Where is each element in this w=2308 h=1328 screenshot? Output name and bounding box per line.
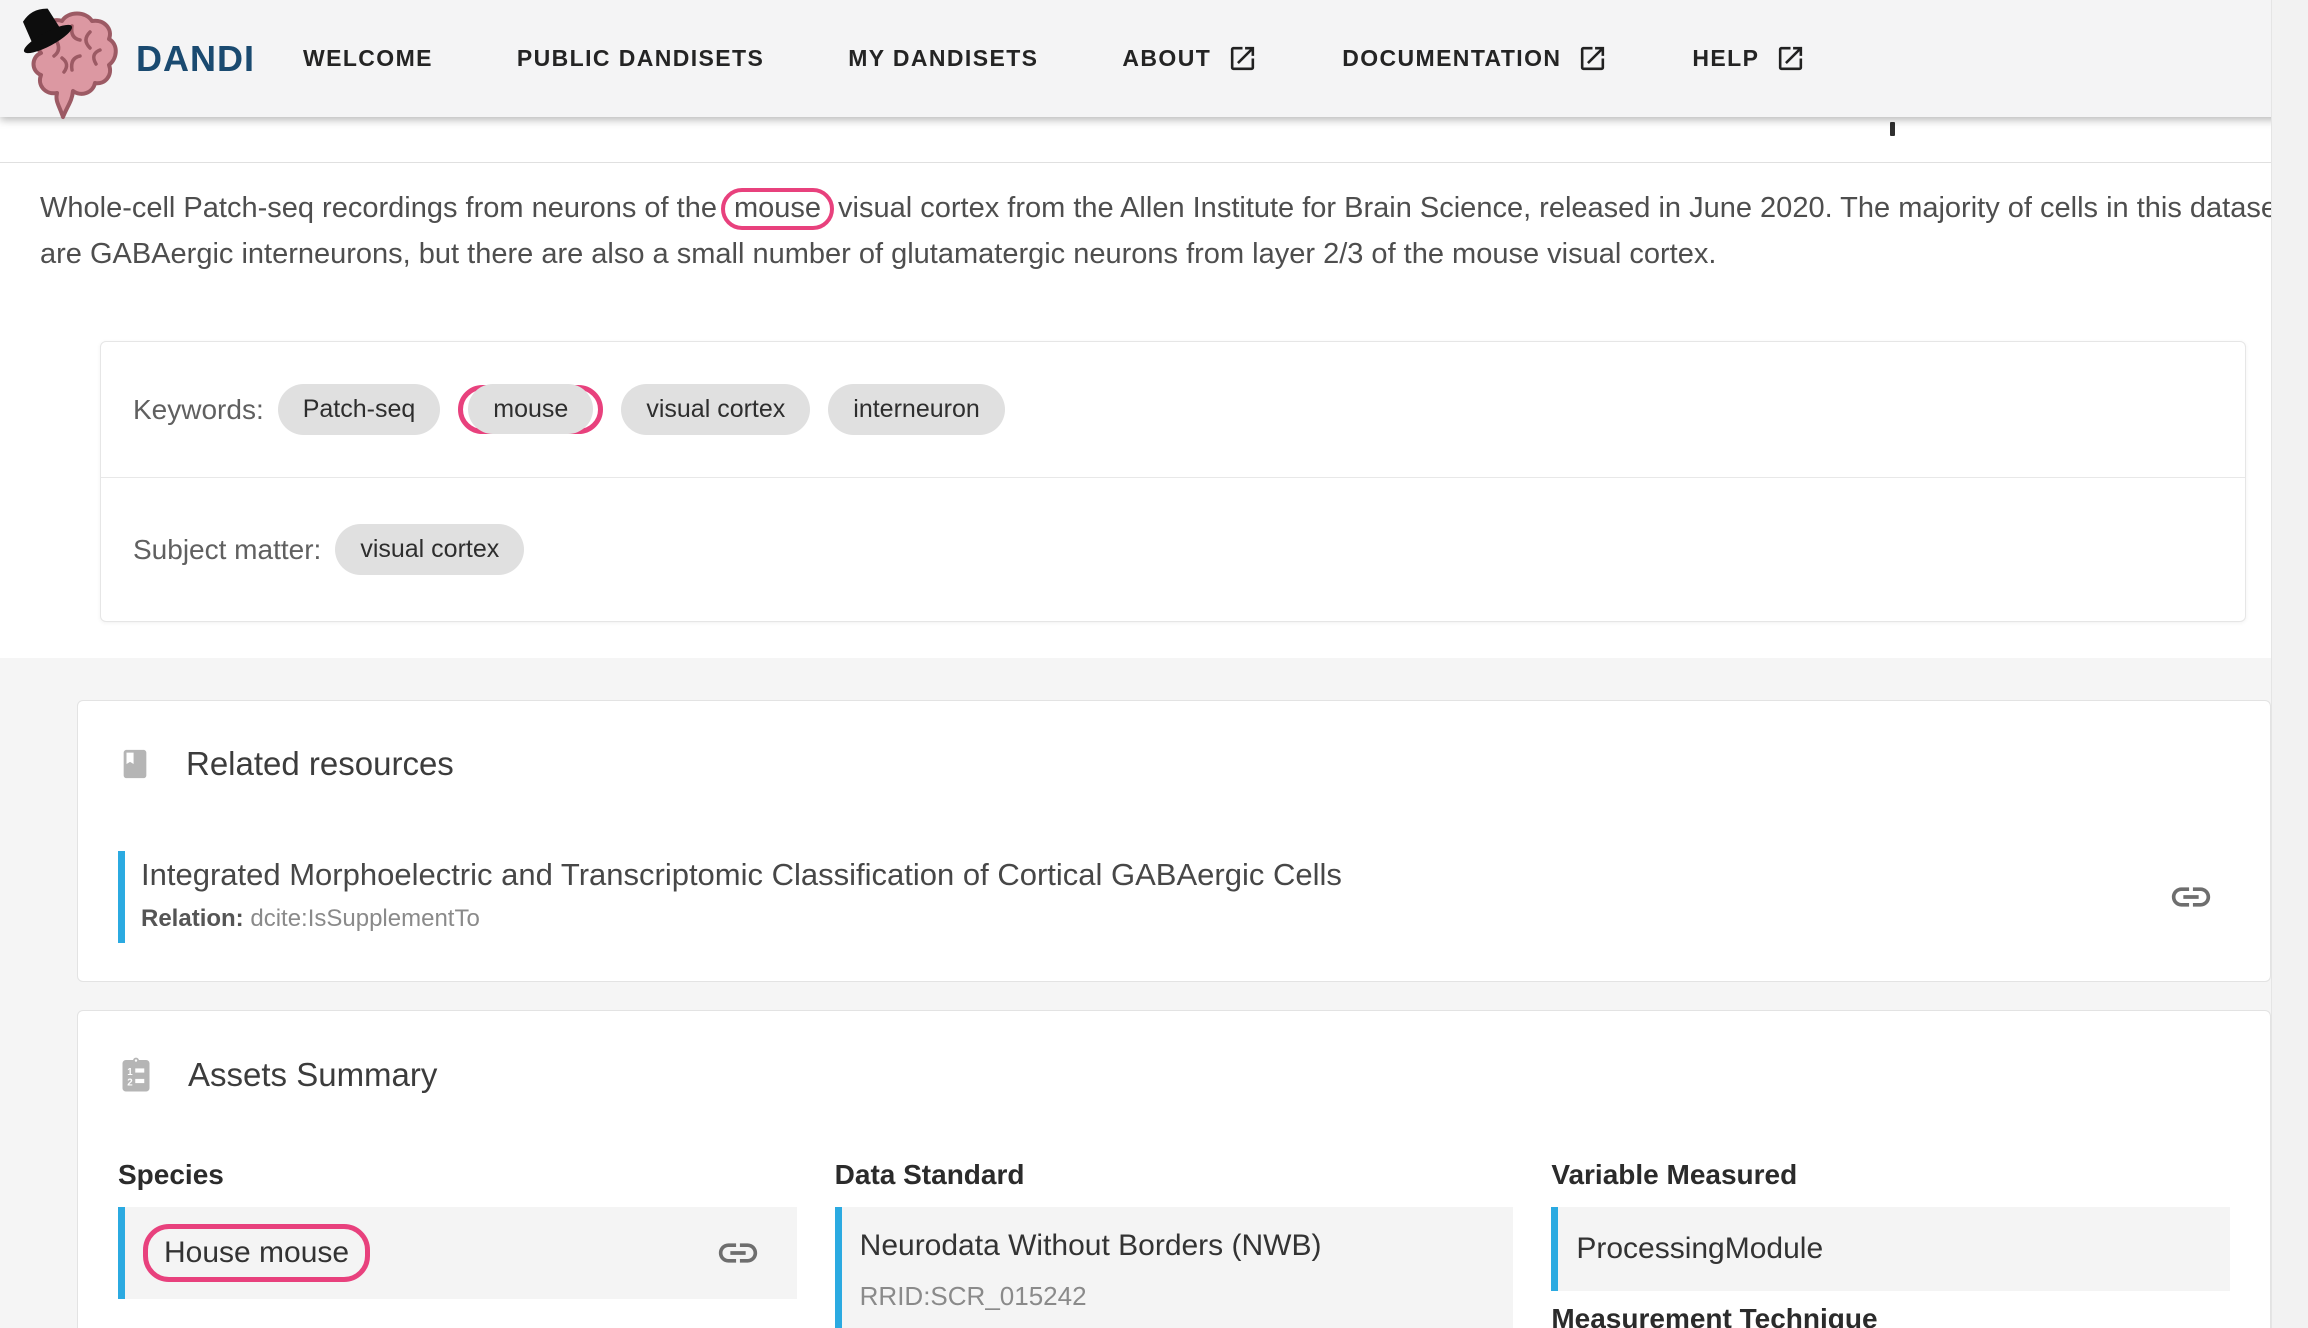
clipped-text-fragment [1890, 122, 1895, 136]
highlight-ring: House mouse [143, 1224, 371, 1282]
external-link-icon [1227, 43, 1258, 74]
variable-measured-item: ProcessingModule [1551, 1207, 2230, 1291]
vertical-scrollbar[interactable] [2271, 0, 2308, 1328]
rrid-value: RRID:SCR_015242 [859, 1281, 1087, 1311]
resource-row: Integrated Morphoelectric and Transcript… [118, 851, 2230, 943]
species-column: Species House mouse [118, 1159, 797, 1328]
external-link-icon [1775, 43, 1806, 74]
book-icon [118, 743, 152, 785]
keywords-label: Keywords: [133, 393, 264, 425]
keyword-chip: interneuron [828, 384, 1005, 435]
assets-summary-header: 1 2 Assets Summary [118, 1053, 2230, 1097]
related-resources-card: Related resources Integrated Morphoelect… [77, 700, 2271, 982]
keywords-row: Keywords: Patch-seq mouse visual cortex … [101, 342, 2245, 477]
page-header-band [0, 117, 2308, 163]
species-value: House mouse [164, 1236, 350, 1269]
nav-item-label: HELP [1692, 45, 1760, 71]
column-header: Species [118, 1159, 224, 1190]
nav-item-help[interactable]: HELP [1692, 43, 1806, 74]
dandiset-description: Whole-cell Patch-seq recordings from neu… [40, 185, 2286, 277]
relation-value: dcite:IsSupplementTo [250, 905, 480, 932]
external-link-icon [1577, 43, 1608, 74]
highlight-ring: mouse [458, 384, 604, 434]
top-nav: DANDI WELCOME PUBLIC DANDISETS MY DANDIS… [0, 0, 2308, 119]
subject-matter-row: Subject matter: visual cortex [101, 477, 2245, 621]
main-content-area: Related resources Integrated Morphoelect… [0, 658, 2308, 1328]
dandiset-meta-section: Whole-cell Patch-seq recordings from neu… [0, 163, 2308, 658]
resource-relation: Relation: dcite:IsSupplementTo [141, 905, 1342, 933]
data-standard-column: Data Standard Neurodata Without Borders … [834, 1159, 1514, 1328]
keyword-chips: Patch-seq mouse visual cortex interneuro… [277, 384, 1005, 435]
nav-item-my-dandisets[interactable]: MY DANDISETS [848, 45, 1038, 72]
data-standard-item: Neurodata Without Borders (NWB) RRID:SCR… [834, 1207, 1514, 1328]
link-icon [2168, 874, 2214, 920]
nav-item-label: PUBLIC DANDISETS [516, 45, 765, 71]
keyword-chip: mouse [468, 384, 594, 434]
section-title: Assets Summary [188, 1056, 438, 1093]
column-header-measurement-technique: Measurement Technique [1551, 1303, 1878, 1328]
link-icon [715, 1230, 761, 1276]
subject-matter-chips: visual cortex [335, 524, 525, 575]
species-link-button[interactable] [715, 1230, 761, 1276]
variable-measured-value: ProcessingModule [1576, 1232, 1824, 1265]
resource-info: Integrated Morphoelectric and Transcript… [118, 851, 1342, 943]
dandi-brain-logo [22, 8, 118, 119]
section-title: Related resources [186, 745, 454, 782]
brand-title[interactable]: DANDI [136, 38, 255, 80]
relation-label: Relation: [141, 905, 244, 932]
nav-item-label: MY DANDISETS [848, 45, 1039, 71]
keyword-chip: Patch-seq [277, 384, 441, 435]
description-text: Whole-cell Patch-seq recordings from neu… [40, 192, 717, 224]
svg-text:2: 2 [127, 1078, 133, 1089]
nav-item-documentation[interactable]: DOCUMENTATION [1342, 43, 1608, 74]
column-header: Variable Measured [1551, 1159, 1798, 1190]
nav-menu: WELCOME PUBLIC DANDISETS MY DANDISETS AB… [303, 43, 1806, 74]
related-resources-header: Related resources [118, 743, 2230, 785]
assets-columns: Species House mouse Data Standard Neurod… [118, 1159, 2230, 1328]
subject-matter-chip: visual cortex [335, 524, 525, 575]
variable-measured-column: Variable Measured ProcessingModule Measu… [1551, 1159, 2230, 1328]
data-standard-value: Neurodata Without Borders (NWB) [859, 1229, 1322, 1262]
svg-text:1: 1 [127, 1067, 133, 1078]
nav-item-public-dandisets[interactable]: PUBLIC DANDISETS [517, 45, 764, 72]
nav-item-about[interactable]: ABOUT [1122, 43, 1258, 74]
nav-item-label: ABOUT [1122, 45, 1212, 71]
highlight-ring: mouse [720, 188, 835, 230]
nav-item-label: DOCUMENTATION [1342, 45, 1562, 71]
species-item: House mouse [118, 1207, 797, 1299]
assets-summary-card: 1 2 Assets Summary Species House mouse D… [77, 1010, 2271, 1328]
resource-title: Integrated Morphoelectric and Transcript… [141, 857, 1342, 892]
keyword-chip: visual cortex [621, 384, 811, 435]
nav-item-label: WELCOME [303, 45, 433, 71]
nav-item-welcome[interactable]: WELCOME [303, 45, 433, 72]
clipboard-list-icon: 1 2 [118, 1053, 154, 1097]
subject-matter-label: Subject matter: [133, 533, 322, 565]
resource-link-button[interactable] [2168, 874, 2214, 920]
keywords-card: Keywords: Patch-seq mouse visual cortex … [100, 341, 2246, 622]
column-header: Data Standard [834, 1159, 1025, 1190]
